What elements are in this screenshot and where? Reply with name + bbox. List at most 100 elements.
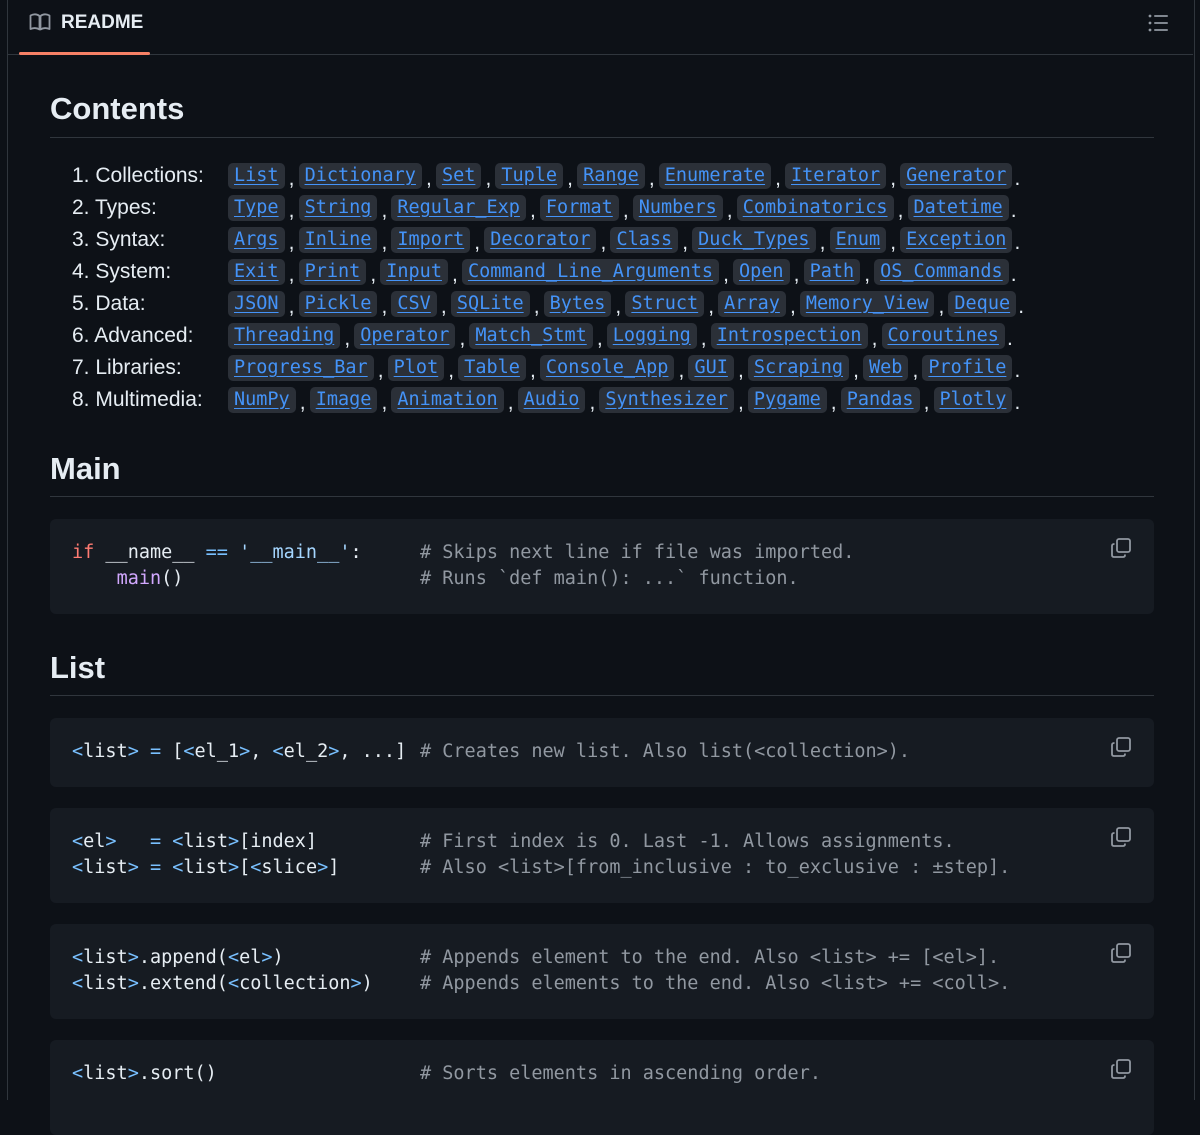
contents-separator: , — [615, 295, 622, 318]
contents-link-gui[interactable]: GUI — [688, 355, 734, 381]
contents-link-range[interactable]: Range — [577, 163, 645, 189]
contents-link-enumerate[interactable]: Enumerate — [658, 163, 772, 189]
code-line: main() — [72, 566, 184, 592]
contents-separator: , — [344, 327, 351, 350]
contents-link-datetime[interactable]: Datetime — [907, 195, 1009, 221]
contents-link-args[interactable]: Args — [228, 227, 285, 253]
contents-link-table[interactable]: Table — [458, 355, 526, 381]
contents-link-plot[interactable]: Plot — [387, 355, 445, 381]
contents-separator: , — [682, 231, 689, 254]
copy-icon[interactable] — [1110, 736, 1132, 758]
contents-link-os-commands[interactable]: OS_Commands — [874, 259, 1009, 285]
contents-link-operator[interactable]: Operator — [354, 323, 456, 349]
contents-separator: . — [1010, 199, 1017, 222]
contents-link-input[interactable]: Input — [380, 259, 448, 285]
contents-links: NumPy, Image, Animation, Audio, Synthesizer,… — [228, 385, 1022, 415]
contents-link-console-app[interactable]: Console_App — [539, 355, 675, 381]
copy-icon[interactable] — [1110, 942, 1132, 964]
contents-link-image[interactable]: Image — [309, 387, 378, 413]
contents-link-synthesizer[interactable]: Synthesizer — [599, 387, 734, 413]
contents-link-class[interactable]: Class — [610, 227, 679, 253]
contents-link-threading[interactable]: Threading — [228, 323, 341, 349]
contents-link-logging[interactable]: Logging — [606, 323, 697, 349]
contents-link-import[interactable]: Import — [391, 227, 471, 253]
contents-category: 8. Multimedia: — [72, 388, 203, 411]
contents-link-open[interactable]: Open — [733, 259, 790, 285]
contents-link-animation[interactable]: Animation — [391, 387, 504, 413]
copy-icon[interactable] — [1110, 537, 1132, 559]
contents-link-iterator[interactable]: Iterator — [785, 163, 887, 189]
contents-link-progress-bar[interactable]: Progress_Bar — [228, 355, 374, 381]
contents-link-introspection[interactable]: Introspection — [710, 323, 868, 349]
contents-link-csv[interactable]: CSV — [391, 291, 437, 317]
contents-link-pandas[interactable]: Pandas — [840, 387, 920, 413]
contents-link-duck-types[interactable]: Duck_Types — [692, 227, 816, 253]
contents-link-path[interactable]: Path — [803, 259, 861, 285]
contents-link-scraping[interactable]: Scraping — [747, 355, 849, 381]
code-angle: < — [272, 741, 284, 762]
code-operator: = — [149, 831, 162, 852]
contents-link-sqlite[interactable]: SQLite — [450, 291, 530, 317]
contents-link-numbers[interactable]: Numbers — [632, 195, 723, 221]
contents-link-set[interactable]: Set — [435, 163, 482, 189]
contents-separator: , — [288, 295, 295, 318]
contents-link-print[interactable]: Print — [298, 259, 367, 285]
contents-link-combinatorics[interactable]: Combinatorics — [736, 195, 894, 221]
contents-link-generator[interactable]: Generator — [900, 163, 1013, 189]
contents-row: 6. Advanced: Threading, Operator, Match_Stm… — [72, 321, 1013, 351]
contents-link-dictionary[interactable]: Dictionary — [298, 163, 422, 189]
copy-icon[interactable] — [1110, 1058, 1132, 1080]
code-angle: > — [127, 973, 139, 994]
code-comment: # First index is 0. Last -1. Allows assi… — [420, 831, 955, 852]
contents-link-string[interactable]: String — [298, 195, 378, 221]
contents-link-array[interactable]: Array — [718, 291, 786, 317]
code-placeholder: list — [183, 831, 228, 852]
contents-separator: , — [708, 295, 715, 318]
contents-link-command-line-arguments[interactable]: Command_Line_Arguments — [461, 259, 720, 285]
code-placeholder: list — [83, 1063, 128, 1084]
contents-link-deque[interactable]: Deque — [948, 291, 1017, 317]
code-line: if __name__ == '__main__': — [72, 540, 362, 566]
contents-link-numpy[interactable]: NumPy — [228, 387, 296, 413]
contents-link-bytes[interactable]: Bytes — [543, 291, 612, 317]
contents-link-plotly[interactable]: Plotly — [933, 387, 1013, 413]
contents-separator: , — [567, 167, 573, 190]
contents-link-regular-exp[interactable]: Regular_Exp — [391, 195, 526, 221]
contents-link-exception[interactable]: Exception — [900, 227, 1013, 253]
code-string: '__main__' — [227, 542, 351, 563]
contents-link-audio[interactable]: Audio — [517, 387, 586, 413]
code-placeholder: list — [83, 947, 128, 968]
contents-link-web[interactable]: Web — [862, 355, 909, 381]
main-heading: Main — [50, 451, 121, 486]
list-unordered-icon[interactable] — [1147, 12, 1169, 34]
contents-link-pickle[interactable]: Pickle — [298, 291, 378, 317]
contents-link-match-stmt[interactable]: Match_Stmt — [469, 323, 593, 349]
copy-icon[interactable] — [1110, 826, 1132, 848]
contents-separator: , — [775, 167, 781, 190]
code-block-list: <el> = <list>[index] <list> = <list>[<sli… — [50, 808, 1154, 903]
contents-link-tuple[interactable]: Tuple — [495, 163, 564, 189]
contents-link-list[interactable]: List — [228, 163, 285, 189]
code-angle: > — [328, 741, 340, 762]
code-placeholder: collection — [239, 973, 351, 994]
contents-links: Threading, Operator, Match_Stmt, Logging, In… — [228, 321, 1015, 351]
contents-category: 4. System: — [72, 260, 172, 283]
contents-link-json[interactable]: JSON — [228, 291, 285, 317]
code-placeholder: el_1 — [194, 741, 240, 762]
code-angle: > — [227, 857, 240, 878]
contents-link-inline[interactable]: Inline — [298, 227, 378, 253]
contents-link-profile[interactable]: Profile — [922, 355, 1013, 381]
readme-tab[interactable]: README — [19, 0, 150, 55]
contents-link-enum[interactable]: Enum — [829, 227, 887, 253]
contents-link-type[interactable]: Type — [228, 195, 285, 221]
contents-link-memory-view[interactable]: Memory_View — [799, 291, 935, 317]
contents-link-decorator[interactable]: Decorator — [484, 227, 597, 253]
contents-row: 7. Libraries: Progress_Bar, Plot, Table, Con… — [72, 353, 1020, 383]
contents-link-pygame[interactable]: Pygame — [747, 387, 827, 413]
code-angle: < — [72, 947, 84, 968]
contents-link-coroutines[interactable]: Coroutines — [881, 323, 1005, 349]
contents-link-struct[interactable]: Struct — [625, 291, 705, 317]
contents-link-exit[interactable]: Exit — [228, 259, 285, 285]
code-line: <list> = [<el_1>, <el_2>, ...] — [72, 741, 407, 762]
contents-link-format[interactable]: Format — [539, 195, 619, 221]
